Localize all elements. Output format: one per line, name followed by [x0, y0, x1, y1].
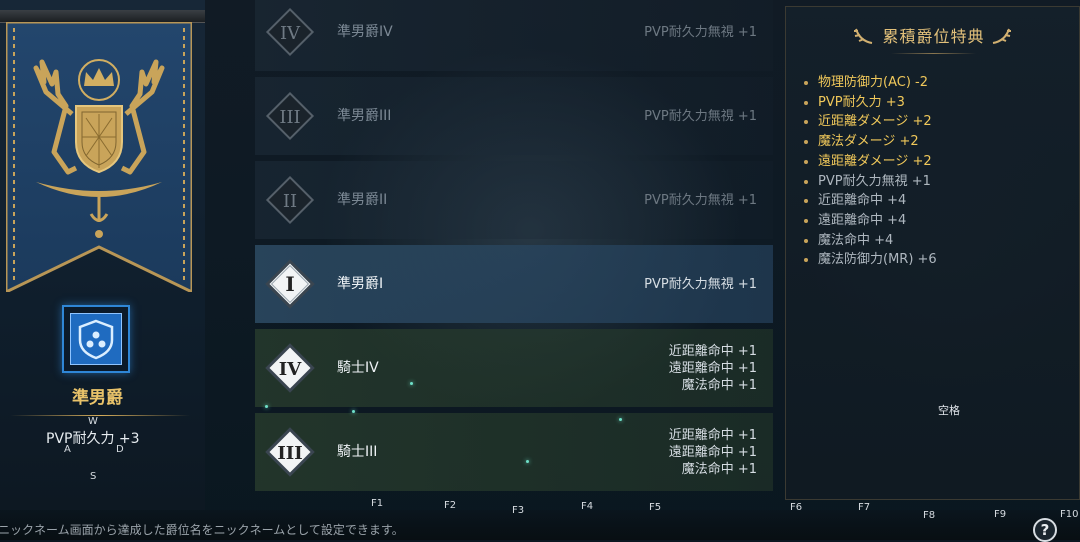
perk-list: 物理防御力(AC) -2 PVP耐久力 +3 近距離ダメージ +2 魔法ダメージ… [802, 73, 937, 270]
rank-diamond-icon: III [265, 91, 315, 141]
perk-item: 物理防御力(AC) -2 [802, 73, 937, 93]
svg-text:II: II [283, 191, 297, 212]
bonus-line: 近距離命中 +1 [668, 343, 757, 359]
rank-row-name: 騎士IV [337, 360, 379, 376]
fkey-f3: F3 [512, 505, 525, 516]
bonus-line: PVP耐久力無視 +1 [644, 108, 757, 124]
perk-item: 遠距離命中 +4 [802, 211, 937, 231]
fkey-f4: F4 [581, 501, 594, 512]
sparkle-particle [410, 382, 413, 385]
rank-row-bonus: PVP耐久力無視 +1 [644, 77, 757, 155]
svg-text:III: III [277, 443, 302, 464]
rank-row[interactable]: IV 準男爵IV PVP耐久力無視 +1 [255, 0, 773, 71]
rank-row-current[interactable]: I 準男爵I PVP耐久力無視 +1 [255, 245, 773, 323]
rank-row-name: 準男爵I [337, 276, 384, 292]
bonus-line: 魔法命中 +1 [681, 377, 757, 393]
rank-diamond-icon: III [265, 427, 315, 477]
crest-banner-icon [6, 22, 192, 292]
fkey-f8: F8 [923, 510, 936, 521]
rank-banner-panel: 準男爵 PVP耐久力 +3 W A D S [0, 0, 205, 510]
rank-emblem-icon [62, 305, 130, 373]
perk-item: PVP耐久力無視 +1 [802, 172, 937, 192]
fkey-f5: F5 [649, 502, 662, 513]
key-hint-w: W [88, 416, 98, 427]
cumulative-perks-panel: 累積爵位特典 物理防御力(AC) -2 PVP耐久力 +3 近距離ダメージ +2… [785, 6, 1080, 500]
fkey-f6: F6 [790, 502, 803, 513]
rank-diamond-icon: IV [265, 7, 315, 57]
divider [10, 415, 190, 416]
svg-text:IV: IV [280, 23, 301, 44]
rank-diamond-icon: II [265, 175, 315, 225]
key-hint-d: D [116, 444, 124, 455]
rank-row[interactable]: II 準男爵II PVP耐久力無視 +1 [255, 161, 773, 239]
bonus-line: 遠距離命中 +1 [668, 444, 757, 460]
rank-row-achieved[interactable]: III 騎士III 近距離命中 +1 遠距離命中 +1 魔法命中 +1 [255, 413, 773, 491]
sparkle-particle [265, 405, 268, 408]
rank-row-bonus: PVP耐久力無視 +1 [644, 245, 757, 323]
svg-text:III: III [279, 107, 300, 128]
perk-item: 魔法命中 +4 [802, 231, 937, 251]
rank-row-name: 騎士III [337, 444, 378, 460]
key-hint-a: A [64, 444, 71, 455]
title-divider [891, 53, 976, 54]
key-hint-s: S [90, 471, 97, 482]
laurel-right-icon [992, 28, 1011, 44]
bonus-line: PVP耐久力無視 +1 [644, 192, 757, 208]
fkey-f9: F9 [994, 509, 1007, 520]
perk-item: PVP耐久力 +3 [802, 93, 937, 113]
rank-row-name: 準男爵IV [337, 24, 393, 40]
fkey-f1: F1 [371, 498, 384, 509]
blank-key-label: 空格 [938, 404, 960, 417]
perk-item: 近距離ダメージ +2 [802, 112, 937, 132]
perk-item: 魔法防御力(MR) +6 [802, 250, 937, 270]
current-rank-name: 準男爵 [72, 388, 123, 408]
fkey-f7: F7 [858, 502, 871, 513]
rank-row-bonus: PVP耐久力無視 +1 [644, 161, 757, 239]
bonus-line: 近距離命中 +1 [668, 427, 757, 443]
panel-title: 累積爵位特典 [882, 27, 985, 46]
bonus-line: 遠距離命中 +1 [668, 360, 757, 376]
rank-row-achieved[interactable]: IV 騎士IV 近距離命中 +1 遠距離命中 +1 魔法命中 +1 [255, 329, 773, 407]
help-button[interactable]: ? [1033, 518, 1057, 542]
rank-row-name: 準男爵III [337, 108, 392, 124]
rank-diamond-icon: IV [265, 343, 315, 393]
perk-item: 近距離命中 +4 [802, 191, 937, 211]
rank-diamond-icon: I [265, 259, 315, 309]
rank-row-name: 準男爵II [337, 192, 388, 208]
sparkle-particle [352, 410, 355, 413]
rank-row[interactable]: III 準男爵III PVP耐久力無視 +1 [255, 77, 773, 155]
bonus-line: 魔法命中 +1 [681, 461, 757, 477]
current-rank-bonus: PVP耐久力 +3 [46, 431, 140, 447]
rank-row-bonus: 近距離命中 +1 遠距離命中 +1 魔法命中 +1 [669, 329, 757, 407]
perk-item: 遠距離ダメージ +2 [802, 152, 937, 172]
fkey-f2: F2 [444, 500, 457, 511]
fkey-f10: F10 [1060, 509, 1079, 520]
sparkle-particle [619, 418, 622, 421]
rank-row-bonus: 近距離命中 +1 遠距離命中 +1 魔法命中 +1 [669, 413, 757, 491]
shield-dots-icon [78, 319, 114, 360]
bonus-line: PVP耐久力無視 +1 [644, 24, 757, 40]
nickname-hint: ニックネーム画面から達成した爵位名をニックネームとして設定できます。 [0, 523, 404, 537]
svg-text:I: I [285, 272, 294, 296]
svg-text:IV: IV [279, 359, 302, 380]
rank-row-bonus: PVP耐久力無視 +1 [644, 0, 757, 71]
perk-item: 魔法ダメージ +2 [802, 132, 937, 152]
bonus-line: PVP耐久力無視 +1 [644, 276, 757, 292]
sparkle-particle [526, 460, 529, 463]
